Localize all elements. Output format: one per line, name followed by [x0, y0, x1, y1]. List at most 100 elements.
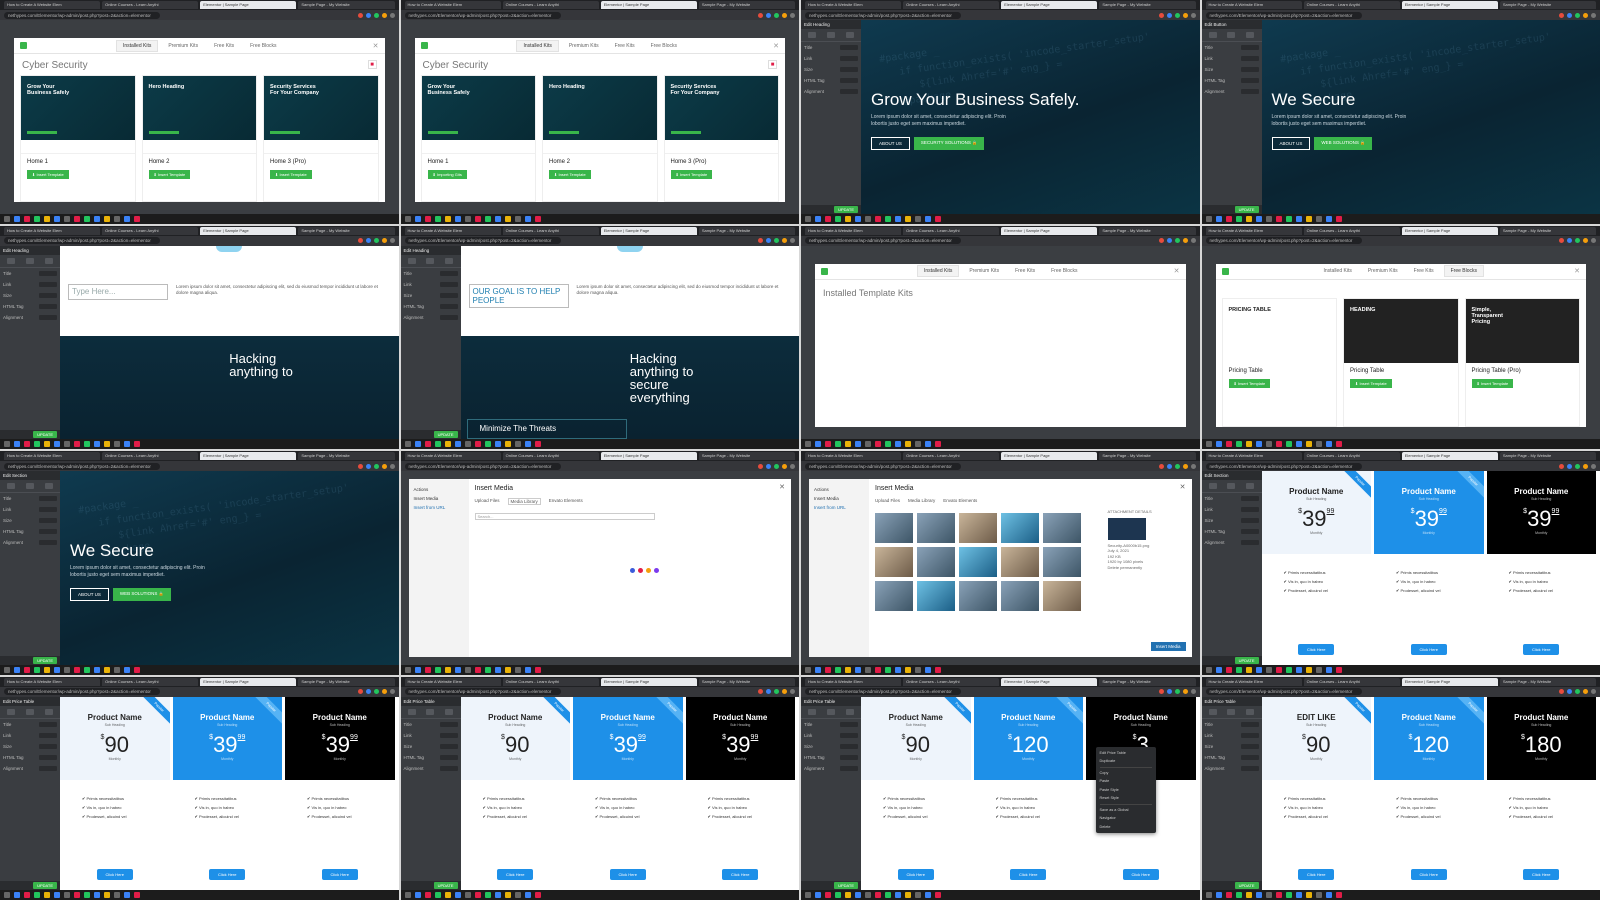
- panel-input[interactable]: [1240, 78, 1259, 83]
- plan-name[interactable]: Product Name: [88, 713, 142, 722]
- panel-input[interactable]: [840, 89, 858, 94]
- taskbar-app-icon[interactable]: [825, 215, 831, 222]
- taskbar-app-icon[interactable]: [865, 215, 871, 222]
- taskbar-app-icon[interactable]: [124, 441, 130, 447]
- taskbar-app-icon[interactable]: [1325, 215, 1332, 222]
- taskbar-app-icon[interactable]: [454, 215, 461, 222]
- taskbar-app-icon[interactable]: [915, 215, 921, 222]
- click-here-button[interactable]: Click Here: [897, 869, 934, 880]
- media-thumbnail[interactable]: [917, 581, 955, 611]
- taskbar-app-icon[interactable]: [74, 215, 80, 222]
- extension-icon[interactable]: [1174, 12, 1180, 18]
- template-preview[interactable]: PRICING TABLE: [1222, 298, 1336, 363]
- taskbar-app-icon[interactable]: [915, 441, 921, 447]
- template-card[interactable]: Simple, Transparent Pricing Pricing Tabl…: [1464, 297, 1580, 427]
- taskbar-app-icon[interactable]: [885, 666, 891, 673]
- click-here-button[interactable]: Click Here: [497, 869, 534, 880]
- extension-icon[interactable]: [758, 689, 763, 694]
- template-preview[interactable]: Security Services For Your Company: [264, 76, 378, 140]
- taskbar-app-icon[interactable]: [895, 215, 901, 222]
- advanced-tab-icon[interactable]: [845, 32, 854, 38]
- taskbar-app-icon[interactable]: [484, 666, 491, 673]
- about-us-button[interactable]: ABOUT US: [1271, 137, 1311, 150]
- taskbar-app-icon[interactable]: [424, 441, 431, 447]
- browser-tab[interactable]: Sample Page - My Website: [298, 452, 395, 460]
- browser-tab[interactable]: How to Create A Website Elem: [805, 452, 902, 460]
- library-tab[interactable]: Installed Kits: [1317, 266, 1357, 276]
- extension-icon[interactable]: [758, 238, 763, 243]
- library-tab[interactable]: Free Blocks: [1443, 265, 1484, 277]
- browser-tab[interactable]: Elementor | Sample Page: [1401, 1, 1498, 9]
- taskbar-app-icon[interactable]: [805, 441, 811, 447]
- solutions-button[interactable]: SECURITY SOLUTIONS: [913, 137, 984, 150]
- taskbar-app-icon[interactable]: [1335, 892, 1342, 898]
- browser-tab[interactable]: Online Courses - Learn Anythi: [1303, 1, 1400, 9]
- extension-icon[interactable]: [758, 463, 763, 469]
- insert-template-button[interactable]: Insert Template: [148, 170, 191, 179]
- media-thumbnail[interactable]: [875, 581, 913, 611]
- taskbar-app-icon[interactable]: [925, 215, 931, 222]
- taskbar-app-icon[interactable]: [805, 666, 811, 673]
- update-button[interactable]: UPDATE: [1234, 882, 1259, 889]
- insert-template-button[interactable]: Importing Gits: [427, 170, 467, 179]
- taskbar-app-icon[interactable]: [494, 441, 501, 447]
- extension-icon[interactable]: [782, 689, 787, 694]
- media-side-item[interactable]: Insert Media: [414, 494, 464, 503]
- url-field[interactable]: nethypes.com/Elementor/wp-admin/post.php…: [4, 11, 161, 19]
- advanced-tab-icon[interactable]: [44, 483, 53, 489]
- update-button[interactable]: UPDATE: [33, 431, 57, 438]
- taskbar-app-icon[interactable]: [524, 441, 531, 447]
- taskbar-app-icon[interactable]: [875, 441, 881, 447]
- taskbar-app-icon[interactable]: [134, 215, 140, 222]
- url-field[interactable]: nethypes.com/Elementor/wp-admin/post.php…: [1205, 237, 1362, 244]
- taskbar-app-icon[interactable]: [74, 441, 80, 447]
- taskbar-app-icon[interactable]: [64, 892, 70, 898]
- url-field[interactable]: nethypes.com/Elementor/wp-admin/post.php…: [404, 462, 561, 470]
- browser-tab[interactable]: Online Courses - Learn Anythi: [903, 1, 1000, 9]
- click-here-button[interactable]: Click Here: [722, 869, 759, 880]
- template-preview[interactable]: Grow Your Business Safely: [421, 76, 535, 140]
- browser-tab[interactable]: Elementor | Sample Page: [1401, 677, 1498, 686]
- click-here-button[interactable]: Click Here: [1122, 869, 1159, 880]
- taskbar-app-icon[interactable]: [54, 666, 60, 673]
- library-tab[interactable]: Free Blocks: [244, 41, 282, 51]
- browser-tab[interactable]: How to Create A Website Elem: [1205, 1, 1302, 9]
- taskbar-app-icon[interactable]: [44, 892, 50, 898]
- content-tab-icon[interactable]: [808, 708, 817, 715]
- extension-icon[interactable]: [357, 689, 363, 694]
- browser-tab[interactable]: How to Create A Website Elem: [1205, 226, 1302, 235]
- taskbar-app-icon[interactable]: [464, 892, 471, 898]
- panel-input[interactable]: [840, 56, 858, 61]
- taskbar-app-icon[interactable]: [414, 892, 421, 898]
- library-tab[interactable]: Free Kits: [609, 41, 641, 51]
- taskbar-app-icon[interactable]: [815, 666, 821, 673]
- taskbar-app-icon[interactable]: [855, 441, 861, 447]
- extension-icon[interactable]: [1158, 689, 1164, 694]
- browser-tab[interactable]: Online Courses - Learn Anythi: [903, 226, 1000, 235]
- plan-name[interactable]: Product Name: [1289, 487, 1343, 496]
- extension-icon[interactable]: [758, 12, 763, 18]
- extension-icon[interactable]: [774, 689, 779, 694]
- context-menu-item[interactable]: Copy: [1100, 769, 1152, 778]
- taskbar-app-icon[interactable]: [815, 215, 821, 222]
- close-icon[interactable]: ✕: [779, 483, 785, 491]
- style-tab-icon[interactable]: [426, 708, 435, 715]
- taskbar-app-icon[interactable]: [885, 892, 891, 898]
- taskbar-app-icon[interactable]: [1215, 892, 1222, 898]
- taskbar-app-icon[interactable]: [434, 892, 441, 898]
- panel-input[interactable]: [840, 78, 858, 83]
- taskbar-app-icon[interactable]: [1265, 215, 1272, 222]
- taskbar-app-icon[interactable]: [64, 666, 70, 673]
- media-tab[interactable]: Media Library: [908, 498, 935, 503]
- extension-icon[interactable]: [1559, 463, 1564, 469]
- bookmark-icon[interactable]: ■: [768, 60, 777, 69]
- taskbar-app-icon[interactable]: [474, 215, 481, 222]
- browser-tab[interactable]: How to Create A Website Elem: [4, 226, 101, 235]
- taskbar-app-icon[interactable]: [524, 215, 531, 222]
- media-side-item[interactable]: Insert from URL: [414, 503, 464, 512]
- panel-input[interactable]: [439, 721, 458, 727]
- update-button[interactable]: UPDATE: [1234, 205, 1259, 213]
- extension-icon[interactable]: [1174, 689, 1180, 694]
- taskbar-app-icon[interactable]: [885, 441, 891, 447]
- context-menu-item[interactable]: Duplicate: [1100, 757, 1152, 766]
